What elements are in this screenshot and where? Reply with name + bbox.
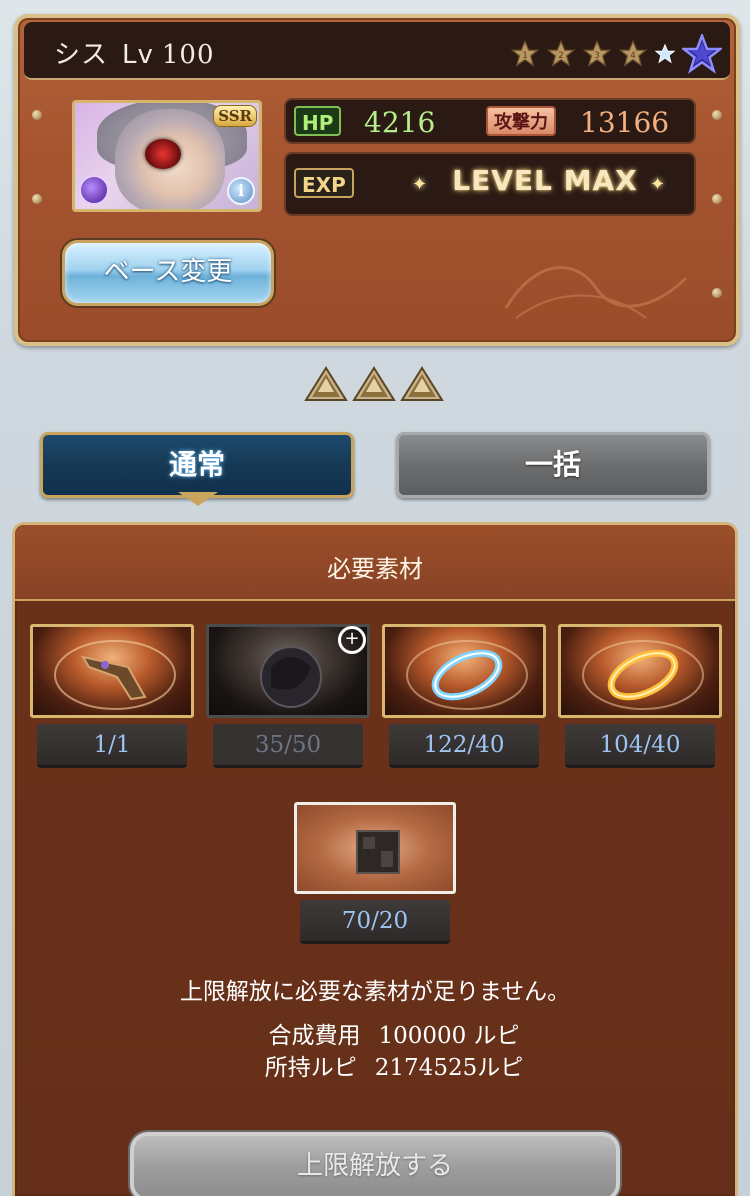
- character-portrait[interactable]: SSR i: [72, 100, 262, 212]
- uncap-indicator: [304, 366, 444, 404]
- cost-value: 100000 ルピ: [378, 1023, 520, 1049]
- material-image: [294, 802, 456, 894]
- portrait-mask: [145, 139, 181, 169]
- dark-element-icon: [79, 175, 109, 205]
- material-image: [30, 624, 194, 718]
- cost-line: 合成費用 100000 ルピ: [0, 1016, 750, 1050]
- sparkle-icon: ✦: [650, 174, 666, 195]
- rivet: [712, 288, 722, 298]
- svg-text:4: 4: [630, 51, 636, 61]
- svg-text:3: 3: [594, 51, 600, 61]
- star-icon: 2: [546, 39, 576, 67]
- owned-label: 所持ルピ: [264, 1055, 357, 1081]
- star-rating: 1 2 3 4: [510, 34, 722, 74]
- uncap-triangle-icon: [352, 366, 396, 401]
- atk-value: 13166: [580, 106, 670, 139]
- material-image: [382, 624, 546, 718]
- hp-label: HP: [294, 106, 342, 136]
- material-image: [558, 624, 722, 718]
- materials-title: 必要素材: [327, 555, 423, 583]
- character-name: シス: [54, 40, 109, 70]
- character-name-line: シス Lv 100: [54, 34, 215, 71]
- atk-label: 攻撃力: [486, 106, 556, 136]
- level-max-text: LEVEL MAX: [452, 164, 638, 197]
- material-count: 1/1: [37, 724, 187, 768]
- blue-star-icon: [654, 43, 676, 64]
- exp-bar: EXP ✦ LEVEL MAX ✦: [284, 152, 696, 216]
- material-item[interactable]: 70/20: [294, 802, 456, 944]
- owned-value: 2174525ルピ: [374, 1055, 524, 1081]
- material-item[interactable]: 122/40: [382, 624, 546, 768]
- level-value: 100: [161, 40, 215, 70]
- level-label: Lv: [122, 40, 154, 70]
- material-count: 35/50: [213, 724, 363, 768]
- character-panel: シス Lv 100 1 2 3 4 SSR i HP 4216 攻撃力 13166 …: [14, 14, 740, 346]
- stats-bar: HP 4216 攻撃力 13166: [284, 98, 696, 144]
- ssr-badge: SSR: [213, 105, 257, 127]
- rivet: [32, 194, 42, 204]
- rivet: [32, 110, 42, 120]
- svg-text:2: 2: [558, 51, 564, 61]
- black-cube-icon: [356, 830, 400, 874]
- svg-text:1: 1: [522, 51, 528, 61]
- rivet: [712, 110, 722, 120]
- insufficient-warning: 上限解放に必要な素材が足りません。: [179, 979, 571, 1005]
- decorative-swirl: [504, 266, 688, 319]
- owned-line: 所持ルピ 2174525ルピ: [0, 1048, 750, 1082]
- hp-value: 4216: [364, 106, 436, 139]
- material-item[interactable]: 104/40: [558, 624, 722, 768]
- blue-ring-icon: [406, 640, 528, 710]
- materials-header: 必要素材: [15, 525, 735, 601]
- uncap-triangle-icon: [400, 366, 444, 401]
- mode-bulk-button[interactable]: 一括: [396, 432, 710, 498]
- gauntlet-icon: [54, 640, 176, 710]
- material-count: 122/40: [389, 724, 539, 768]
- info-icon[interactable]: i: [227, 177, 255, 205]
- uncap-button[interactable]: 上限解放する: [130, 1132, 620, 1196]
- star-icon: 4: [618, 39, 648, 67]
- rivet: [712, 194, 722, 204]
- selected-indicator-icon: [178, 492, 218, 506]
- exp-label: EXP: [294, 168, 354, 198]
- material-item[interactable]: 1/1: [30, 624, 194, 768]
- base-change-button[interactable]: ベース変更: [62, 240, 274, 306]
- star-icon: 1: [510, 39, 540, 67]
- material-item[interactable]: + 35/50: [206, 624, 370, 768]
- material-count: 104/40: [565, 724, 715, 768]
- star-icon: 3: [582, 39, 612, 67]
- transcendence-star-icon: [682, 34, 722, 74]
- zoom-icon[interactable]: +: [338, 626, 366, 654]
- gold-ring-icon: [582, 640, 704, 710]
- mode-normal-button[interactable]: 通常: [40, 432, 354, 498]
- material-count: 70/20: [300, 900, 450, 944]
- uncap-triangle-icon: [304, 366, 348, 401]
- character-header: シス Lv 100 1 2 3 4: [24, 22, 730, 80]
- cost-label: 合成費用: [268, 1023, 361, 1049]
